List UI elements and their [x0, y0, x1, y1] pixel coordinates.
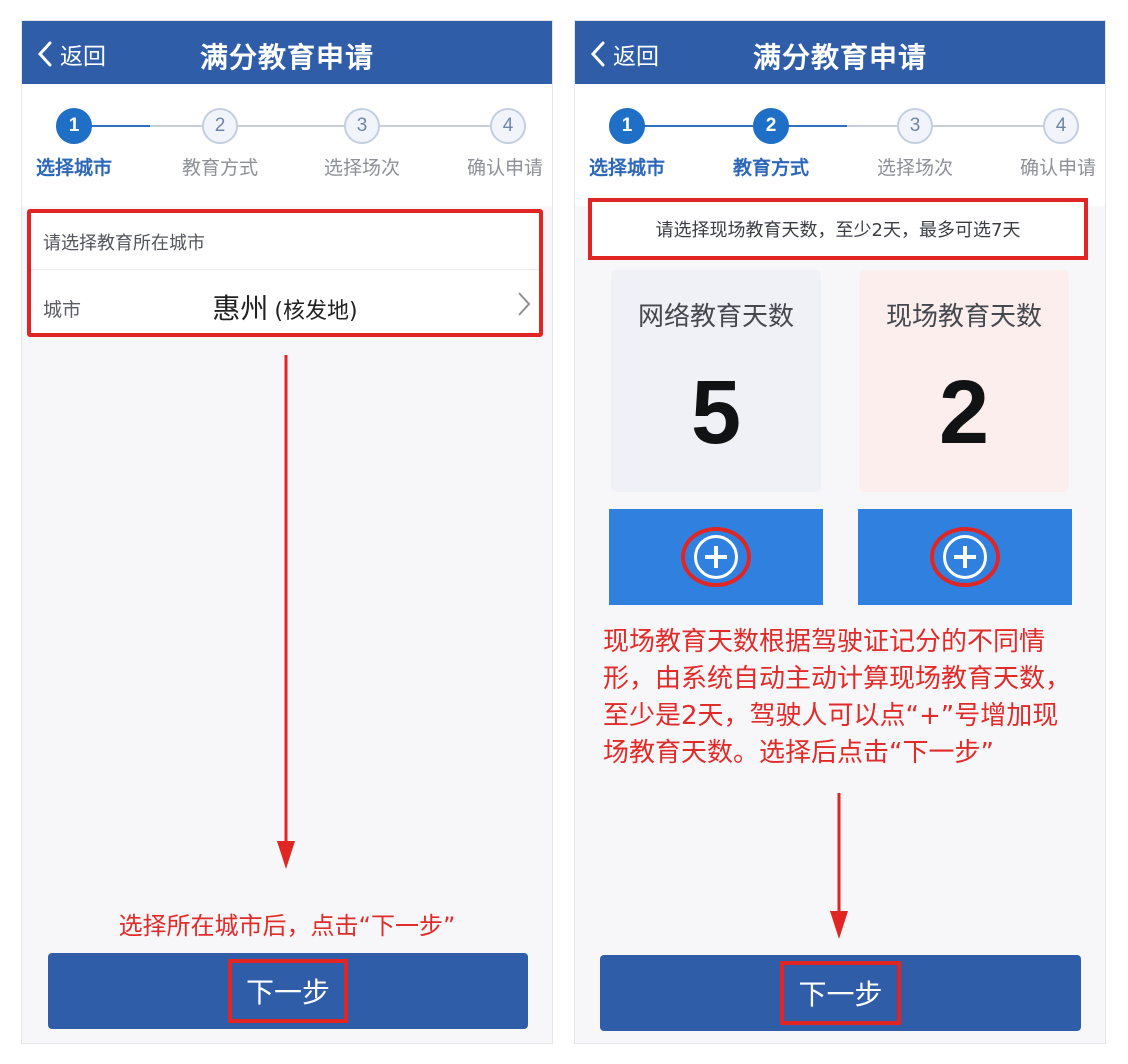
- instruction-annotation: 选择所在城市后，点击“下一步”: [118, 912, 456, 940]
- next-step-button[interactable]: 下一步: [600, 955, 1081, 1031]
- step-connector: [627, 125, 771, 127]
- nav-bar: 返回 满分教育申请: [575, 21, 1105, 84]
- city-select-card: 请选择教育所在城市 城市 惠州 (核发地): [27, 209, 543, 337]
- step-4-circle: 4: [490, 108, 526, 144]
- step-connector: [150, 125, 202, 127]
- step-4-label: 确认申请: [1019, 157, 1096, 179]
- next-step-button[interactable]: 下一步: [48, 953, 528, 1029]
- onsite-days-plus-button[interactable]: [858, 509, 1072, 605]
- left-phone-screen: 返回 满分教育申请 1 2 3 4 选择城市 教育方式 选择场次 确认申请 请选…: [21, 20, 553, 1044]
- online-education-days-card: 网络教育天数 5: [611, 270, 821, 492]
- step-1-label: 选择城市: [588, 157, 665, 179]
- chevron-right-icon: [518, 292, 531, 316]
- city-card-title: 请选择教育所在城市: [43, 233, 205, 254]
- step-connector: [933, 125, 1043, 127]
- online-days-value: 5: [690, 363, 742, 463]
- step-4-circle: 4: [1043, 108, 1079, 144]
- step-indicator: 1 2 3 4 选择城市 教育方式 选择场次 确认申请: [575, 84, 1105, 206]
- divider: [31, 269, 539, 270]
- down-arrow-icon: [830, 793, 848, 939]
- page-title: 满分教育申请: [752, 41, 927, 74]
- online-days-title: 网络教育天数: [637, 302, 794, 332]
- city-suffix: (核发地): [274, 299, 358, 324]
- step-1-circle: 1: [56, 108, 92, 144]
- highlight-circle: [681, 527, 751, 587]
- online-days-plus-button[interactable]: [609, 509, 823, 605]
- page-title: 满分教育申请: [199, 41, 374, 74]
- step-connector: [380, 125, 490, 127]
- step-1-label: 选择城市: [35, 157, 112, 179]
- step-1-circle: 1: [609, 108, 645, 144]
- onsite-days-value: 2: [938, 363, 990, 463]
- onsite-days-title: 现场教育天数: [885, 302, 1042, 332]
- step-2-circle: 2: [202, 108, 238, 144]
- step-3-circle: 3: [344, 108, 380, 144]
- onsite-days-hint: 请选择现场教育天数，至少2天，最多可选7天: [588, 198, 1088, 260]
- next-step-label: 下一步: [227, 959, 348, 1023]
- plus-icon: [943, 535, 987, 579]
- step-2-label: 教育方式: [181, 157, 258, 179]
- highlight-circle: [930, 527, 1000, 587]
- step-2-circle: 2: [753, 108, 789, 144]
- step-3-circle: 3: [897, 108, 933, 144]
- step-3-label: 选择场次: [876, 157, 953, 179]
- step-4-label: 确认申请: [466, 157, 543, 179]
- plus-icon: [694, 535, 738, 579]
- right-phone-screen: 返回 满分教育申请 1 2 3 4 选择城市 教育方式 选择场次 确认申请 请选…: [574, 20, 1106, 1044]
- down-arrow-icon: [277, 355, 295, 869]
- next-step-label: 下一步: [780, 961, 901, 1025]
- city-value: 惠州: [212, 292, 269, 325]
- step-2-label: 教育方式: [732, 157, 809, 179]
- onsite-education-days-card: 现场教育天数 2: [859, 270, 1069, 492]
- step-indicator: 1 2 3 4 选择城市 教育方式 选择场次 确认申请: [22, 84, 552, 206]
- instruction-annotation: 现场教育天数根据驾驶证记分的不同情形，由系统自动主动计算现场教育天数，至少是2天…: [603, 627, 1072, 768]
- nav-bar: 返回 满分教育申请: [22, 21, 552, 84]
- step-connector: [238, 125, 344, 127]
- step-3-label: 选择场次: [323, 157, 400, 179]
- step-connector: [847, 125, 897, 127]
- city-selector[interactable]: 惠州 (核发地): [31, 287, 539, 327]
